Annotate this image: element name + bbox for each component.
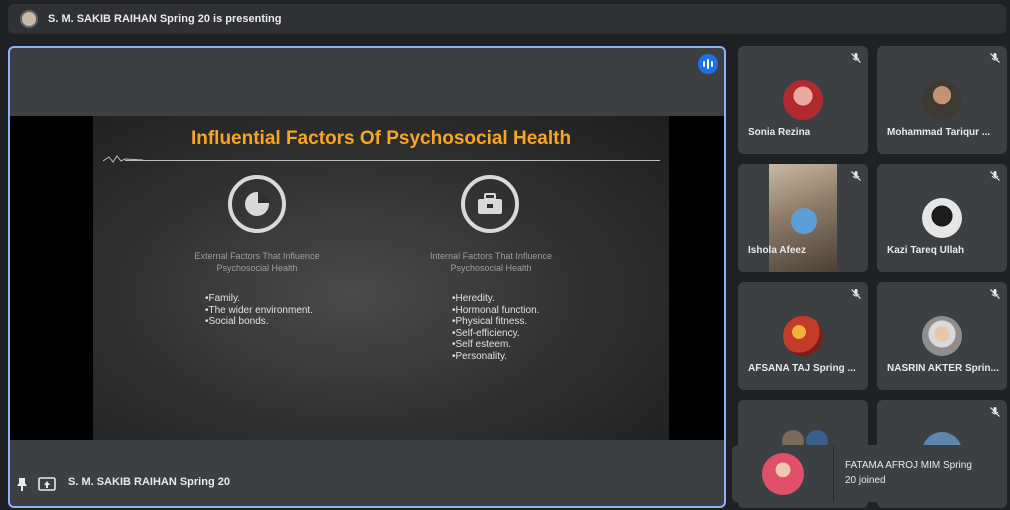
presenting-bar: S. M. SAKIB RAIHAN Spring 20 is presenti… bbox=[8, 4, 1006, 34]
toast-avatar-panel bbox=[732, 445, 834, 502]
face-mask-shape bbox=[791, 208, 817, 234]
presentation-stage[interactable]: Influential Factors Of Psychosocial Heal… bbox=[8, 46, 726, 508]
list-item: •Physical fitness. bbox=[452, 316, 528, 327]
mic-off-icon bbox=[851, 171, 861, 181]
squiggle-decoration-icon bbox=[103, 155, 143, 163]
participant-name: Mohammad Tariqur ... bbox=[887, 127, 991, 138]
participant-name: NASRIN AKTER Sprin... bbox=[887, 363, 999, 374]
participant-name: Sonia Rezina bbox=[748, 127, 811, 138]
pin-icon[interactable] bbox=[16, 477, 28, 491]
mic-off-icon bbox=[990, 53, 1000, 63]
audio-indicator-icon bbox=[698, 54, 718, 74]
list-item: •Heredity. bbox=[452, 293, 495, 304]
list-item: •The wider environment. bbox=[205, 304, 313, 316]
participant-tile[interactable]: Kazi Tareq Ullah bbox=[877, 164, 1007, 272]
internal-factors-heading: Internal Factors That Influence Psychoso… bbox=[430, 251, 552, 273]
list-item: •Family. bbox=[205, 293, 240, 304]
slide: Influential Factors Of Psychosocial Heal… bbox=[93, 116, 669, 440]
toolbox-icon bbox=[461, 175, 519, 233]
internal-factors-list: •Heredity. •Hormonal function. •Physical… bbox=[452, 293, 539, 362]
participant-tile[interactable]: Mohammad Tariqur ... bbox=[877, 46, 1007, 154]
pie-chart-icon bbox=[228, 175, 286, 233]
participant-tile[interactable]: Sonia Rezina bbox=[738, 46, 868, 154]
participant-avatar bbox=[922, 80, 962, 120]
stage-footer: S. M. SAKIB RAIHAN Spring 20 bbox=[10, 440, 724, 506]
slide-area: Influential Factors Of Psychosocial Heal… bbox=[10, 116, 724, 440]
list-item: •Self-efficiency. bbox=[452, 327, 520, 339]
external-factors-heading: External Factors That Influence Psychoso… bbox=[194, 251, 320, 273]
slide-title: Influential Factors Of Psychosocial Heal… bbox=[190, 128, 572, 149]
participant-avatar bbox=[922, 198, 962, 238]
mic-off-icon bbox=[851, 289, 861, 299]
participant-avatar bbox=[783, 80, 823, 120]
mic-off-icon bbox=[851, 53, 861, 63]
list-item: •Hormonal function. bbox=[452, 304, 540, 316]
presenter-avatar bbox=[20, 10, 38, 28]
participant-name: Ishola Afeez bbox=[748, 245, 806, 256]
joined-user-avatar bbox=[762, 453, 804, 495]
participant-avatar bbox=[922, 316, 962, 356]
mic-off-icon bbox=[990, 171, 1000, 181]
list-item: •Self esteem. bbox=[452, 339, 512, 350]
external-factors-list: •Family. •The wider environment. •Social… bbox=[205, 293, 313, 328]
list-item: •Personality. bbox=[452, 350, 508, 362]
participant-name: AFSANA TAJ Spring ... bbox=[748, 363, 856, 374]
presentation-icon[interactable] bbox=[38, 477, 56, 491]
list-item: •Social bonds. bbox=[205, 316, 269, 327]
presenter-name: S. M. SAKIB RAIHAN Spring 20 bbox=[68, 476, 230, 488]
participant-tile[interactable]: AFSANA TAJ Spring ... bbox=[738, 282, 868, 390]
presenting-text: S. M. SAKIB RAIHAN Spring 20 is presenti… bbox=[48, 13, 282, 25]
mic-off-icon bbox=[990, 289, 1000, 299]
participant-tile[interactable]: Ishola Afeez bbox=[738, 164, 868, 272]
participant-name: Kazi Tareq Ullah bbox=[887, 245, 965, 256]
mic-off-icon bbox=[990, 407, 1000, 417]
title-divider bbox=[125, 160, 660, 161]
join-notification: FATAMA AFROJ MIM Spring 20 joined bbox=[732, 445, 1002, 502]
participant-tile[interactable]: NASRIN AKTER Sprin... bbox=[877, 282, 1007, 390]
participant-avatar bbox=[783, 316, 823, 356]
join-message: FATAMA AFROJ MIM Spring 20 joined bbox=[845, 460, 972, 486]
